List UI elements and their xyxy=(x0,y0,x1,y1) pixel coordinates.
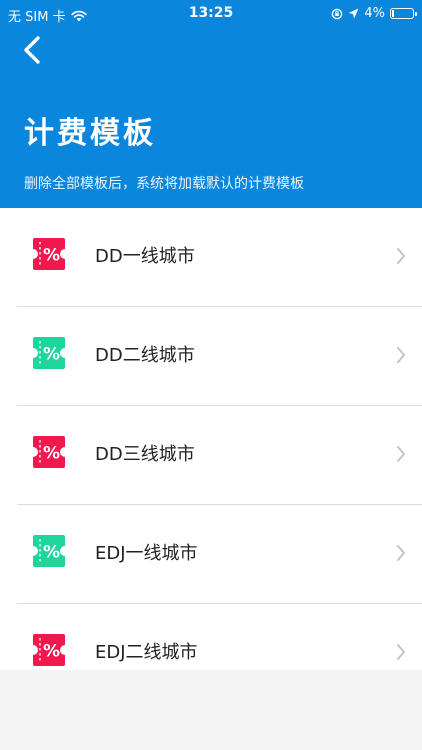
chevron-right-icon xyxy=(397,248,405,264)
list-item-label: DD二线城市 xyxy=(95,345,195,366)
svg-text:%: % xyxy=(43,642,60,662)
svg-text:%: % xyxy=(43,246,60,266)
location-arrow-icon xyxy=(348,8,359,19)
coupon-percent-icon: % xyxy=(33,634,65,666)
chevron-right-icon xyxy=(397,644,405,660)
battery-percent: 4% xyxy=(364,6,385,21)
list-item[interactable]: % EDJ一线城市 xyxy=(17,505,422,604)
back-button[interactable] xyxy=(16,32,52,68)
template-list: % DD一线城市 % DD二线城市 % DD三线城市 % EDJ一线城市 % E… xyxy=(0,208,422,670)
list-item[interactable]: % DD二线城市 xyxy=(17,307,422,406)
list-item[interactable]: % DD三线城市 xyxy=(17,406,422,505)
chevron-right-icon xyxy=(397,446,405,462)
coupon-percent-icon: % xyxy=(33,436,65,468)
chevron-right-icon xyxy=(397,347,405,363)
svg-text:%: % xyxy=(43,444,60,464)
screen: 无 SIM 卡 13:25 4% 计费模板 删除全部模板后，系统将加载默认的计费… xyxy=(0,0,422,750)
status-bar: 无 SIM 卡 13:25 4% xyxy=(0,0,422,28)
status-right: 4% xyxy=(331,6,417,21)
svg-text:%: % xyxy=(43,543,60,563)
chevron-right-icon xyxy=(397,545,405,561)
coupon-percent-icon: % xyxy=(33,535,65,567)
orientation-lock-icon xyxy=(332,8,343,19)
battery-icon xyxy=(390,8,417,19)
list-item-label: DD三线城市 xyxy=(95,444,195,465)
list-item-label: EDJ一线城市 xyxy=(95,543,198,564)
coupon-percent-icon: % xyxy=(33,337,65,369)
chevron-left-icon xyxy=(24,36,40,64)
list-item-label: DD一线城市 xyxy=(95,246,195,267)
svg-text:%: % xyxy=(43,345,60,365)
page-subtitle: 删除全部模板后，系统将加载默认的计费模板 xyxy=(24,176,304,192)
coupon-percent-icon: % xyxy=(33,238,65,270)
list-item[interactable]: % DD一线城市 xyxy=(17,208,422,307)
header: 无 SIM 卡 13:25 4% 计费模板 删除全部模板后，系统将加载默认的计费… xyxy=(0,0,422,208)
page-title: 计费模板 xyxy=(24,116,156,151)
battery-level xyxy=(392,10,394,17)
list-item-label: EDJ二线城市 xyxy=(95,642,198,663)
list-item[interactable]: % EDJ二线城市 xyxy=(17,604,422,670)
